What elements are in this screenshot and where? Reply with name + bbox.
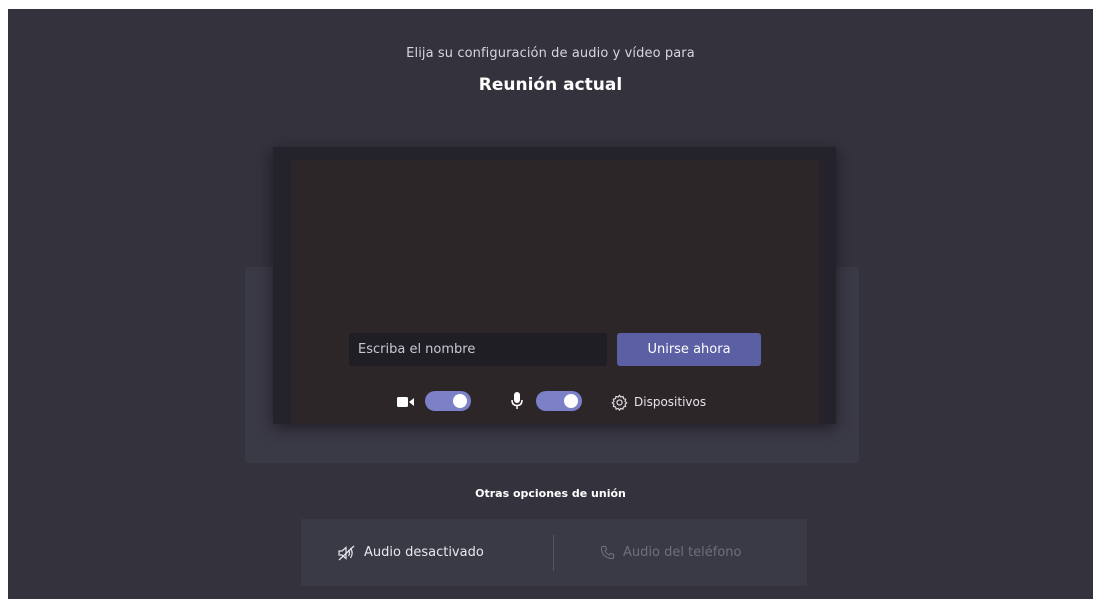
video-camera-icon: [397, 397, 414, 407]
camera-toggle-knob: [453, 394, 467, 408]
audio-off-option[interactable]: Audio desactivado: [338, 519, 484, 586]
other-join-options: Audio desactivado Audio del teléfono: [301, 519, 807, 586]
other-join-options-label: Otras opciones de unión: [475, 487, 626, 500]
microphone-toggle-knob: [564, 394, 578, 408]
meeting-title: Reunión actual: [478, 75, 623, 95]
phone-audio-label: Audio del teléfono: [623, 545, 742, 560]
devices-button[interactable]: Dispositivos: [611, 392, 706, 412]
camera-toggle[interactable]: [425, 391, 471, 411]
join-now-button[interactable]: Unirse ahora: [617, 333, 761, 366]
phone-audio-option[interactable]: Audio del teléfono: [600, 519, 742, 586]
gear-icon: [611, 393, 628, 411]
video-preview: [291, 160, 819, 424]
setup-subtitle: Elija su configuración de audio y vídeo …: [406, 46, 695, 61]
microphone-icon: [511, 392, 523, 409]
phone-icon: [600, 545, 615, 560]
speaker-muted-icon: [338, 545, 355, 560]
microphone-toggle[interactable]: [536, 391, 582, 411]
name-input[interactable]: [349, 333, 607, 366]
options-divider: [553, 535, 554, 571]
prejoin-screen: Elija su configuración de audio y vídeo …: [8, 9, 1093, 599]
devices-label: Dispositivos: [634, 395, 707, 409]
audio-off-label: Audio desactivado: [364, 545, 484, 560]
